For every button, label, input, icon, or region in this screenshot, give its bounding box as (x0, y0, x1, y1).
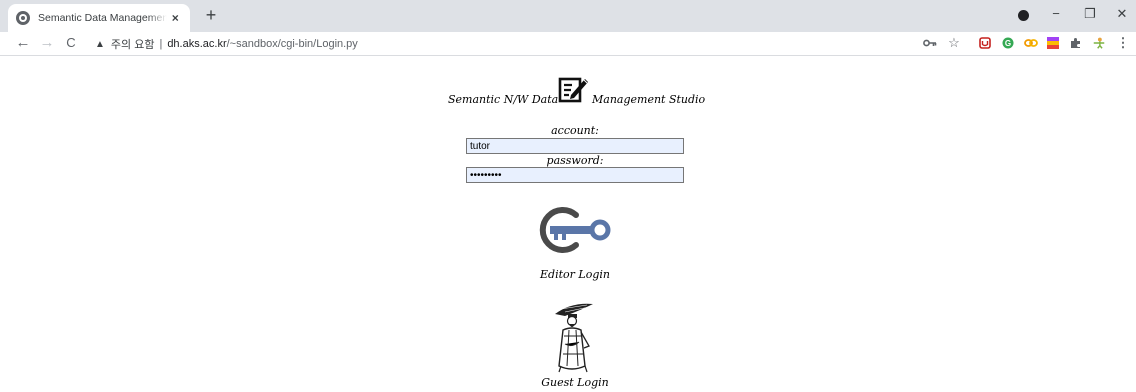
extension-green-icon[interactable]: G (1001, 36, 1015, 50)
profile-icon[interactable] (1018, 10, 1029, 21)
browser-toolbar: ← → C ▲ 주의 요함 | dh.aks.ac.kr /~sandbox/c… (0, 32, 1136, 56)
globe-icon (16, 11, 30, 25)
star-icon[interactable]: ☆ (947, 35, 961, 50)
key-icon[interactable] (923, 36, 937, 50)
close-tab-icon[interactable]: × (169, 11, 182, 25)
close-window-button[interactable]: ✕ (1112, 6, 1132, 22)
login-page: Semantic N/W Data Management Studio acco… (0, 57, 1136, 392)
url-host: dh.aks.ac.kr (167, 38, 227, 50)
guest-login-link[interactable]: Guest Login (466, 376, 684, 389)
url-separator: | (159, 38, 163, 50)
new-tab-button[interactable]: + (200, 5, 222, 26)
warning-icon[interactable]: ▲ (95, 39, 105, 50)
guest-login-scholar-icon[interactable] (551, 300, 597, 374)
editor-login-link[interactable]: Editor Login (466, 268, 684, 281)
title-left-text: Semantic N/W Data (448, 93, 559, 106)
page-title: Semantic N/W Data Management Studio (448, 67, 708, 107)
minimize-button[interactable]: − (1046, 6, 1066, 21)
password-label: password: (546, 154, 604, 167)
reload-button[interactable]: C (62, 35, 80, 50)
menu-icon[interactable]: ⋮ (1116, 35, 1130, 50)
tab-strip: Semantic Data Management St × + − ❐ ✕ (0, 0, 1136, 32)
forward-button[interactable]: → (38, 34, 56, 51)
browser-tab[interactable]: Semantic Data Management St × (8, 4, 190, 32)
password-input[interactable] (466, 167, 684, 183)
extension-colorful-icon[interactable] (1046, 36, 1060, 50)
tab-title: Semantic Data Management St (38, 12, 167, 24)
profile-figure-icon[interactable] (1092, 36, 1106, 50)
puzzle-icon[interactable] (1069, 36, 1083, 50)
url-path: /~sandbox/cgi-bin/Login.py (226, 38, 358, 50)
extension-red-icon[interactable] (978, 36, 992, 50)
account-input[interactable] (466, 138, 684, 154)
editor-login-key-icon[interactable] (534, 203, 614, 257)
title-right-text: Management Studio (592, 93, 706, 106)
edit-document-icon (558, 77, 588, 103)
back-button[interactable]: ← (14, 34, 32, 51)
security-warning-text[interactable]: 주의 요함 (111, 36, 155, 52)
svg-text:G: G (1005, 39, 1011, 48)
restore-button[interactable]: ❐ (1080, 6, 1100, 22)
account-label: account: (551, 124, 599, 137)
address-bar[interactable]: ▲ 주의 요함 | dh.aks.ac.kr /~sandbox/cgi-bin… (95, 35, 358, 53)
extension-orange-icon[interactable] (1024, 36, 1038, 50)
